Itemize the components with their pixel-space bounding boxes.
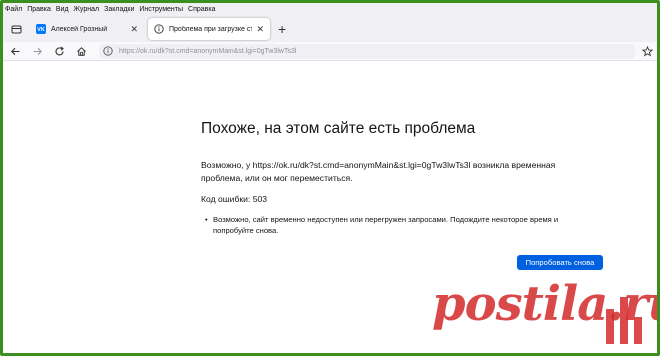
back-arrow-icon (10, 47, 19, 55)
home-button[interactable] (71, 43, 91, 59)
tab-vk[interactable]: VK Алексей Грозный ✕ (30, 18, 144, 40)
url-path: /dk?st.cmd=anonymMain&st.lgi=0gTw3lwTs3l (155, 47, 297, 55)
tab-list-button[interactable] (6, 19, 26, 39)
menu-view[interactable]: Вид (56, 6, 69, 13)
forward-button[interactable] (27, 43, 47, 59)
close-tab-icon[interactable]: ✕ (256, 24, 264, 35)
new-tab-button[interactable]: + (278, 22, 286, 36)
tab-error[interactable]: Проблема при загрузке стра… ✕ (148, 18, 270, 40)
reload-button[interactable] (49, 43, 69, 59)
tab-title: Проблема при загрузке стра… (169, 25, 253, 33)
menu-edit[interactable]: Правка (27, 6, 51, 13)
tab-title: Алексей Грозный (51, 25, 108, 33)
svg-text:VK: VK (37, 27, 45, 33)
forward-arrow-icon (33, 47, 42, 55)
reload-icon (55, 46, 64, 55)
menu-tools[interactable]: Инструменты (139, 6, 183, 13)
nav-toolbar: https://ok.ru/dk?st.cmd=anonymMain&st.lg… (3, 42, 657, 61)
close-tab-icon[interactable]: ✕ (130, 24, 138, 35)
error-suggestions: Возможно, сайт временно недоступен или п… (205, 214, 593, 236)
suggestion-item: Возможно, сайт временно недоступен или п… (205, 214, 593, 236)
star-icon (641, 45, 653, 56)
error-description: Возможно, у https://ok.ru/dk?st.cmd=anon… (201, 160, 556, 183)
tab-strip: VK Алексей Грозный ✕ Проблема при загруз… (3, 16, 657, 42)
home-icon (76, 46, 86, 56)
url-host: https://ok.ru (119, 47, 156, 55)
site-info-icon[interactable] (103, 46, 113, 56)
bookmark-button[interactable] (639, 43, 655, 59)
menu-help[interactable]: Справка (188, 6, 215, 13)
address-bar[interactable]: https://ok.ru/dk?st.cmd=anonymMain&st.lg… (99, 43, 635, 59)
vk-icon: VK (36, 24, 46, 34)
info-icon (154, 24, 164, 34)
back-button[interactable] (5, 43, 25, 59)
error-title: Похоже, на этом сайте есть проблема (201, 120, 476, 137)
watermark-bars-icon (606, 297, 642, 344)
menu-file[interactable]: Файл (5, 6, 22, 13)
retry-button[interactable]: Попробовать снова (517, 255, 603, 270)
menu-bar: Файл Правка Вид Журнал Закладки Инструме… (3, 3, 657, 16)
menu-history[interactable]: Журнал (74, 6, 100, 13)
tab-list-icon (11, 25, 21, 33)
menu-bookmarks[interactable]: Закладки (104, 6, 134, 13)
error-code: Код ошибки: 503 (201, 194, 268, 204)
